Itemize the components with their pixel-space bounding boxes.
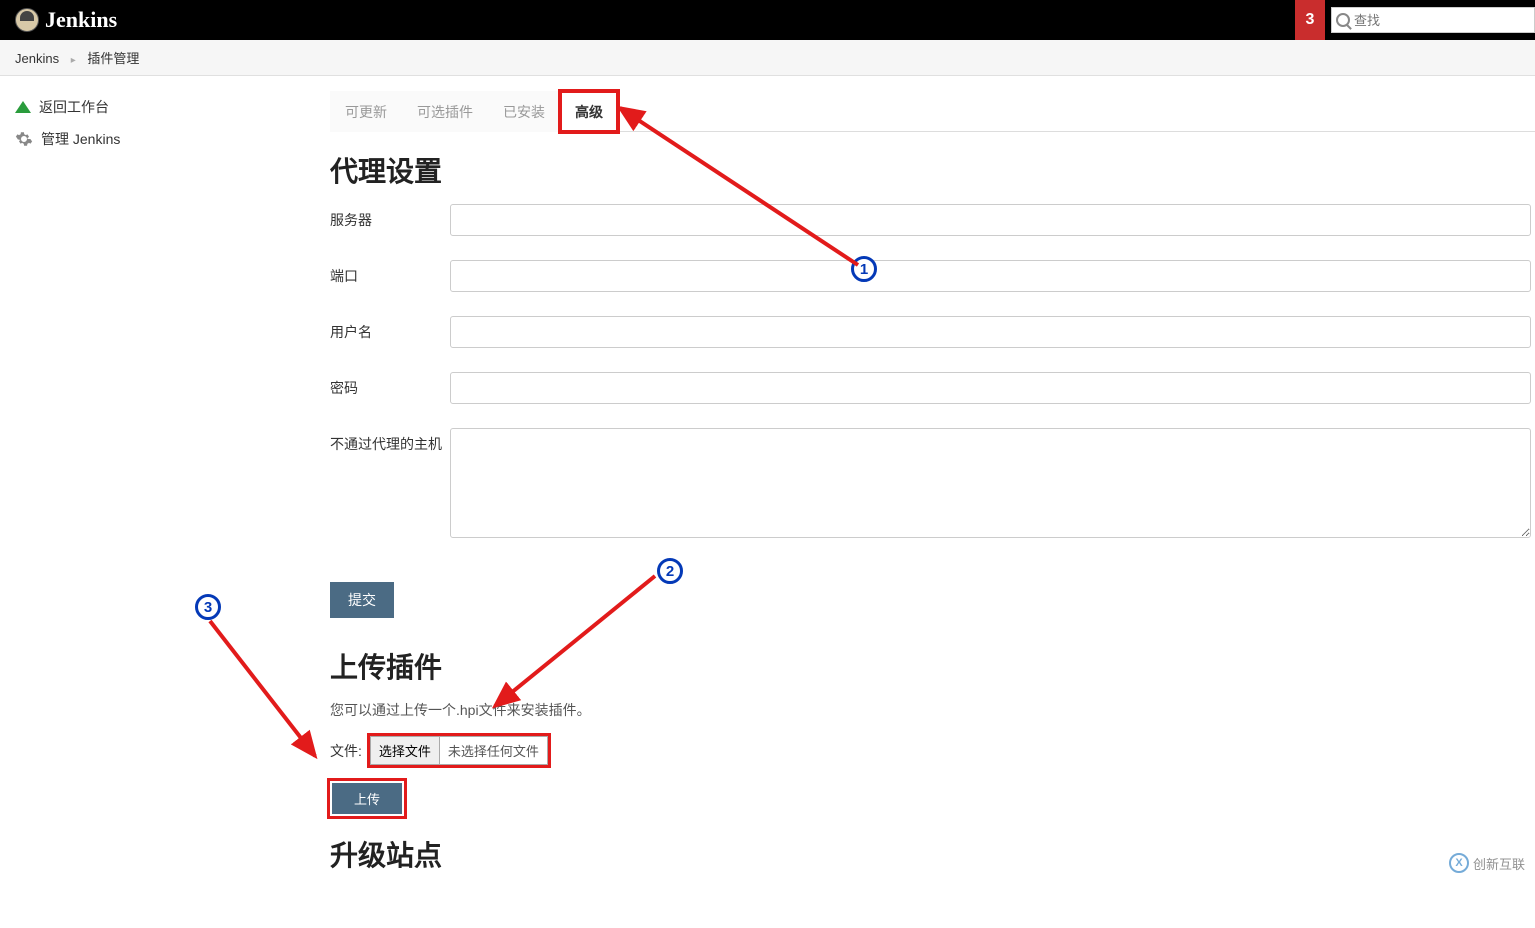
row-server: 服务器 — [330, 204, 1535, 236]
watermark-logo-icon: X — [1449, 853, 1469, 873]
crumb-separator-icon: ▸ — [71, 55, 76, 66]
choose-file-button[interactable]: 选择文件 — [371, 737, 440, 764]
file-label: 文件: — [330, 741, 362, 761]
row-username: 用户名 — [330, 316, 1535, 348]
file-row: 文件: 选择文件 未选择任何文件 — [330, 736, 1535, 765]
sidebar-item-back[interactable]: 返回工作台 — [15, 91, 320, 123]
tabs: 可更新 可选插件 已安装 高级 — [330, 91, 1535, 132]
gear-icon — [15, 130, 33, 148]
logo-text: Jenkins — [45, 7, 117, 33]
jenkins-logo[interactable]: Jenkins — [15, 7, 117, 33]
label-noproxy: 不通过代理的主机 — [330, 428, 450, 454]
label-port: 端口 — [330, 260, 450, 286]
upload-title: 上传插件 — [330, 646, 1535, 686]
upload-button[interactable]: 上传 — [332, 783, 402, 814]
no-file-text: 未选择任何文件 — [440, 737, 547, 764]
breadcrumb: Jenkins ▸ 插件管理 — [0, 40, 1535, 76]
top-header: Jenkins 3 — [0, 0, 1535, 40]
notification-badge[interactable]: 3 — [1295, 0, 1325, 40]
tab-installed[interactable]: 已安装 — [488, 91, 560, 132]
submit-button[interactable]: 提交 — [330, 582, 394, 618]
tab-advanced[interactable]: 高级 — [560, 91, 618, 132]
choose-highlight: 选择文件 未选择任何文件 — [370, 736, 548, 765]
input-username[interactable] — [450, 316, 1531, 348]
main-content: 可更新 可选插件 已安装 高级 代理设置 服务器 端口 用户名 密码 不通过代理… — [320, 76, 1535, 928]
label-password: 密码 — [330, 372, 450, 398]
up-arrow-icon — [15, 101, 31, 113]
upgrade-title: 升级站点 — [330, 834, 1535, 874]
sidebar-item-manage[interactable]: 管理 Jenkins — [15, 123, 320, 155]
crumb-jenkins[interactable]: Jenkins — [15, 51, 59, 66]
label-server: 服务器 — [330, 204, 450, 230]
sidebar-item-label: 返回工作台 — [39, 97, 109, 117]
watermark: X 创新互联 — [1449, 853, 1525, 873]
row-port: 端口 — [330, 260, 1535, 292]
row-noproxy: 不通过代理的主机 — [330, 428, 1535, 538]
watermark-text: 创新互联 — [1473, 854, 1525, 873]
search-input[interactable] — [1354, 13, 1530, 28]
search-icon — [1336, 13, 1350, 27]
input-server[interactable] — [450, 204, 1531, 236]
input-noproxy[interactable] — [450, 428, 1531, 538]
input-password[interactable] — [450, 372, 1531, 404]
upload-highlight: 上传 — [330, 781, 404, 816]
page-body: 返回工作台 管理 Jenkins 可更新 可选插件 已安装 高级 代理设置 服务… — [0, 76, 1535, 928]
search-box[interactable] — [1331, 7, 1535, 33]
label-username: 用户名 — [330, 316, 450, 342]
proxy-title: 代理设置 — [330, 150, 1535, 190]
sidebar-item-label: 管理 Jenkins — [41, 129, 120, 149]
annotation-circle-2: 2 — [657, 558, 683, 584]
sidebar: 返回工作台 管理 Jenkins — [0, 76, 320, 928]
tab-available[interactable]: 可选插件 — [402, 91, 488, 132]
crumb-plugin-manager[interactable]: 插件管理 — [87, 51, 139, 66]
tab-updates[interactable]: 可更新 — [330, 91, 402, 132]
row-password: 密码 — [330, 372, 1535, 404]
upload-description: 您可以通过上传一个.hpi文件来安装插件。 — [330, 700, 1535, 720]
jenkins-head-icon — [15, 8, 39, 32]
file-picker[interactable]: 选择文件 未选择任何文件 — [370, 736, 548, 765]
input-port[interactable] — [450, 260, 1531, 292]
